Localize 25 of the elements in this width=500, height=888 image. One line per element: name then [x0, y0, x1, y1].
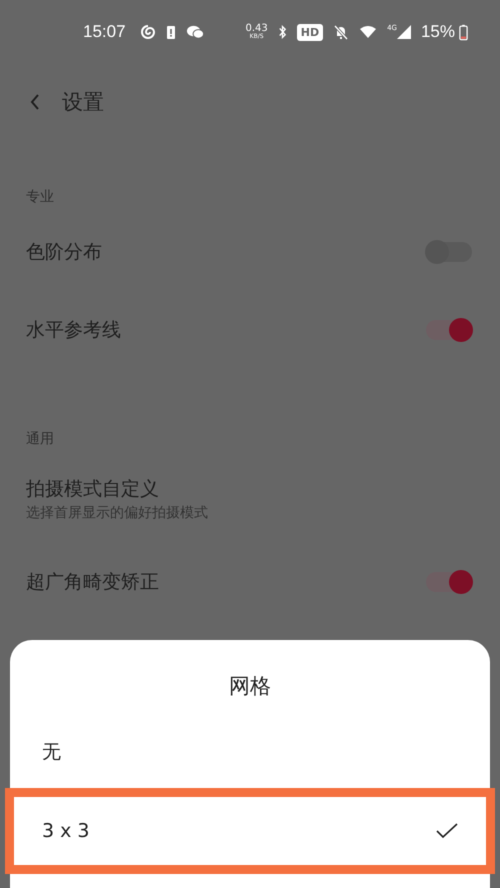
section-header: 通用	[26, 430, 55, 448]
swirl-icon	[140, 24, 156, 40]
battery-icon	[459, 24, 468, 40]
network-speed: 0.43	[245, 24, 268, 34]
alert-battery-icon	[166, 24, 176, 40]
option-item[interactable]: 无	[10, 716, 490, 788]
toggle-switch[interactable]	[426, 320, 472, 340]
battery-percent: 15%	[420, 22, 455, 42]
setting-label: 超广角畸变矫正	[26, 570, 159, 595]
wifi-icon	[359, 25, 378, 39]
highlighted-option[interactable]: 3 x 3	[5, 788, 495, 874]
status-time: 15:07	[83, 22, 126, 42]
chat-bubbles-icon	[186, 24, 205, 40]
signal-icon	[396, 25, 411, 39]
toggle-switch[interactable]	[426, 572, 472, 592]
back-icon[interactable]	[30, 94, 40, 110]
sheet-title: 网格	[228, 673, 272, 700]
setting-label: 色阶分布	[26, 240, 102, 265]
bell-muted-icon	[333, 24, 350, 40]
setting-label: 水平参考线	[26, 318, 121, 343]
page-title: 设置	[62, 89, 104, 116]
section-header: 专业	[26, 188, 55, 206]
hd-badge: HD	[296, 24, 324, 40]
bluetooth-icon	[278, 24, 287, 40]
check-icon	[436, 823, 458, 839]
